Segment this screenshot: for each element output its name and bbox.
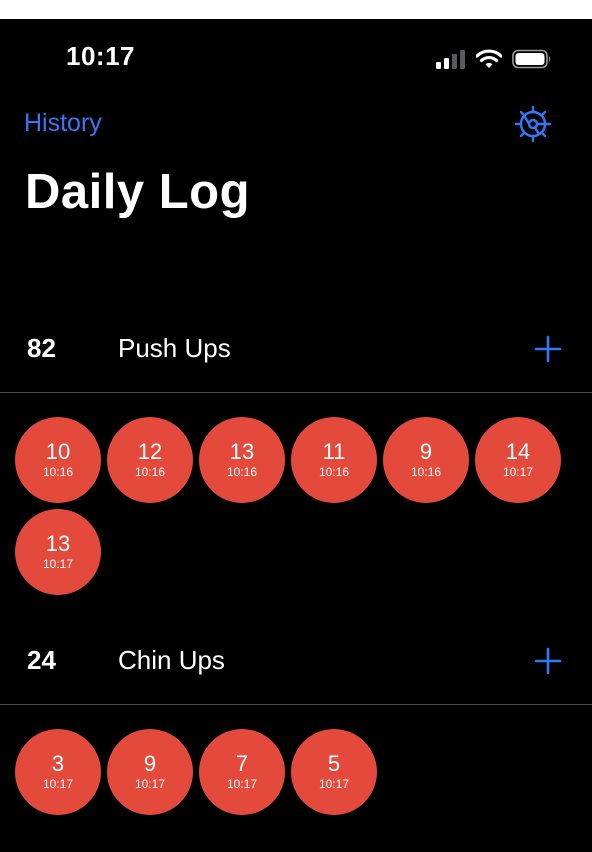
entry-time: 10:17 — [318, 777, 350, 791]
entry-count: 13 — [45, 531, 71, 556]
entry-bubble[interactable]: 3 10:17 — [15, 729, 101, 815]
status-time: 10:17 — [66, 41, 135, 71]
chin-ups-entries: 3 10:17 9 10:17 7 10:17 5 10:17 — [15, 729, 575, 815]
history-link[interactable]: History — [24, 109, 102, 138]
entry-time: 10:17 — [42, 777, 74, 791]
page-title: Daily Log — [25, 165, 251, 219]
entry-time: 10:16 — [318, 465, 350, 479]
section-divider — [0, 704, 592, 705]
entry-count: 10 — [45, 439, 71, 464]
add-chin-ups-button[interactable] — [534, 647, 562, 675]
entry-bubble[interactable]: 10 10:16 — [15, 417, 101, 503]
battery-icon — [512, 49, 551, 69]
entry-count: 11 — [322, 439, 346, 464]
entry-count: 3 — [51, 751, 65, 776]
entry-count: 9 — [143, 751, 157, 776]
entry-count: 9 — [419, 439, 433, 464]
entry-time: 10:17 — [42, 557, 74, 571]
entry-bubble[interactable]: 13 10:16 — [199, 417, 285, 503]
entry-bubble[interactable]: 7 10:17 — [199, 729, 285, 815]
entry-count: 12 — [137, 439, 163, 464]
entry-time: 10:17 — [226, 777, 258, 791]
entry-bubble[interactable]: 13 10:17 — [15, 509, 101, 595]
status-bar: 10:17 — [0, 19, 592, 97]
section-name: Chin Ups — [118, 645, 225, 675]
gear-icon[interactable] — [514, 105, 552, 143]
entry-bubble[interactable]: 14 10:17 — [475, 417, 561, 503]
cellular-signal-icon — [436, 50, 465, 69]
entry-time: 10:17 — [134, 777, 166, 791]
entry-bubble[interactable]: 11 10:16 — [291, 417, 377, 503]
entry-time: 10:16 — [42, 465, 74, 479]
entry-count: 13 — [229, 439, 255, 464]
section-name: Push Ups — [118, 333, 231, 363]
entry-bubble[interactable]: 9 10:16 — [383, 417, 469, 503]
navigation-bar: History — [0, 103, 592, 147]
entry-count: 14 — [505, 439, 531, 464]
entry-time: 10:17 — [502, 465, 534, 479]
entry-time: 10:16 — [226, 465, 258, 479]
section-total: 82 — [27, 333, 56, 363]
add-push-ups-button[interactable] — [534, 335, 562, 363]
entry-bubble[interactable]: 12 10:16 — [107, 417, 193, 503]
entry-bubble[interactable]: 9 10:17 — [107, 729, 193, 815]
section-divider — [0, 392, 592, 393]
entry-time: 10:16 — [134, 465, 166, 479]
entry-count: 7 — [235, 751, 249, 776]
section-header-push-ups: 82 Push Ups — [0, 321, 592, 381]
section-total: 24 — [27, 645, 56, 675]
section-header-chin-ups: 24 Chin Ups — [0, 633, 592, 693]
app-screen: 10:17 History Daily Log 82 Push Ups 10 1… — [0, 19, 592, 852]
entry-count: 5 — [327, 751, 341, 776]
status-icons — [436, 49, 552, 69]
entry-bubble[interactable]: 5 10:17 — [291, 729, 377, 815]
wifi-icon — [476, 49, 502, 68]
entry-time: 10:16 — [410, 465, 442, 479]
push-ups-entries: 10 10:16 12 10:16 13 10:16 11 10:16 9 10… — [15, 417, 575, 595]
